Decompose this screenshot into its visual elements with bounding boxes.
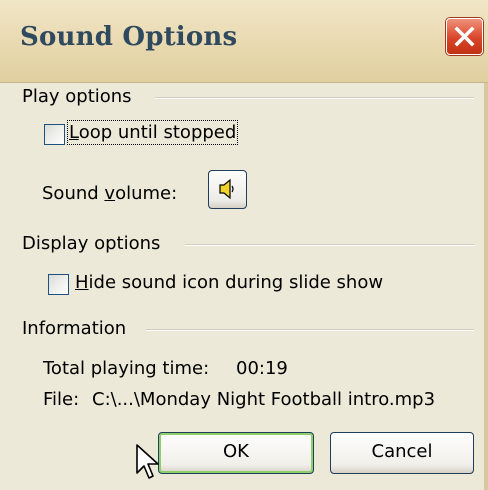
loop-checkbox-label[interactable]: Loop until stopped (66, 120, 239, 145)
display-options-divider (185, 244, 474, 246)
display-options-group-label: Display options (22, 233, 161, 254)
file-path-value: C:\...\Monday Night Football intro.mp3 (92, 389, 436, 410)
close-button[interactable] (446, 18, 483, 55)
dialog-body: Play options Loop until stopped Sound vo… (0, 83, 488, 490)
information-group-label: Information (22, 318, 127, 339)
ok-button[interactable]: OK (158, 432, 314, 474)
title-bar[interactable]: Sound Options (0, 0, 488, 83)
hide-sound-icon-checkbox[interactable] (48, 274, 69, 295)
information-divider (146, 329, 474, 331)
sound-volume-label: Sound volume: (42, 183, 178, 204)
window-title: Sound Options (20, 22, 238, 52)
speaker-icon (219, 178, 234, 200)
mouse-cursor-icon (136, 444, 159, 479)
close-icon (454, 26, 475, 47)
play-options-divider (155, 97, 474, 99)
file-label: File: (43, 389, 80, 410)
total-playing-time-value: 00:19 (236, 358, 288, 379)
sound-volume-button[interactable] (208, 170, 247, 209)
cancel-button[interactable]: Cancel (330, 432, 474, 474)
play-options-group-label: Play options (22, 86, 132, 107)
hide-sound-icon-label[interactable]: Hide sound icon during slide show (75, 272, 383, 293)
loop-checkbox[interactable] (44, 124, 65, 145)
total-playing-time-label: Total playing time: (43, 358, 210, 379)
